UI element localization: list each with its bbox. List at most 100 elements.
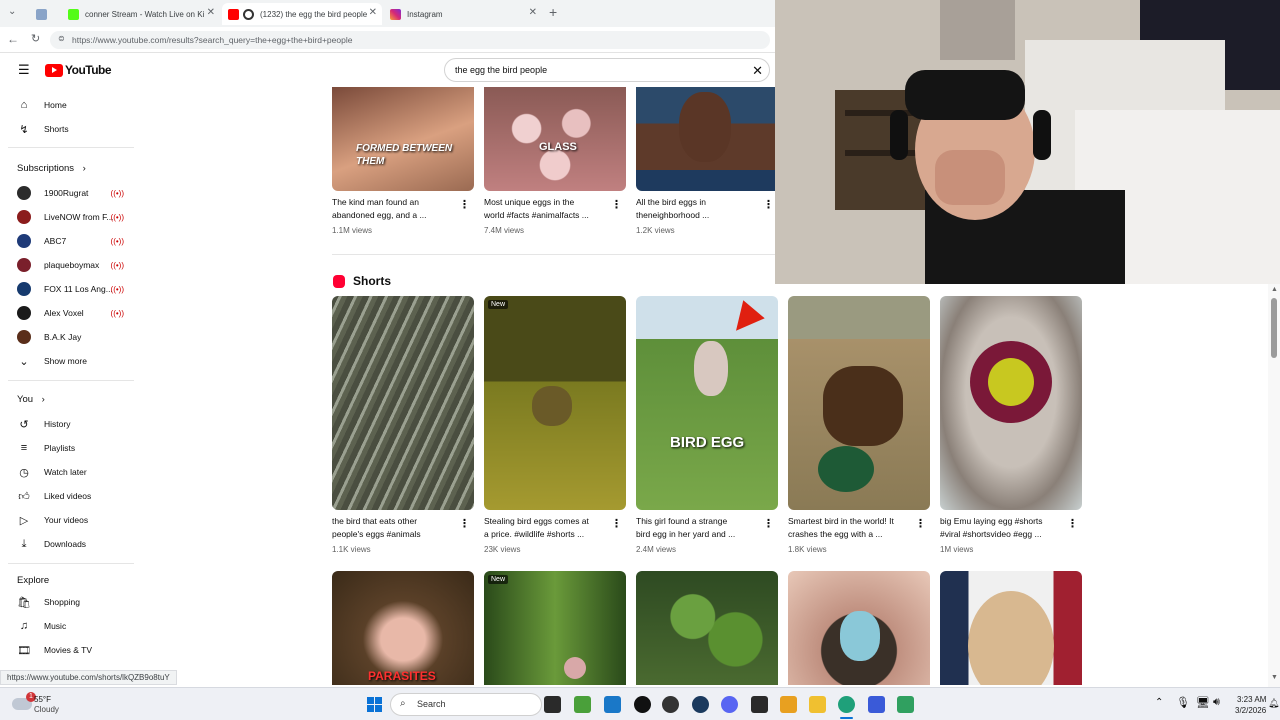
tab-youtube[interactable]: (1232) the egg the bird people ✕ <box>222 3 382 25</box>
more-options-icon[interactable]: ⋮ <box>611 517 622 530</box>
sidebar-item-label: Liked videos <box>44 491 92 501</box>
search-input[interactable]: the egg the bird people ✕ <box>444 58 770 82</box>
subscriptions-heading[interactable]: Subscriptions › <box>17 163 86 174</box>
site-info-icon[interactable]: ⊜ <box>58 34 65 43</box>
file-explorer-icon[interactable] <box>809 696 826 713</box>
steam-icon[interactable] <box>692 696 709 713</box>
app-icon[interactable] <box>868 696 885 713</box>
active-app-indicator <box>840 717 853 719</box>
short-thumbnail[interactable] <box>332 296 474 510</box>
short-thumbnail[interactable]: New <box>484 296 626 510</box>
more-options-icon[interactable]: ⋮ <box>1067 517 1078 530</box>
close-icon[interactable]: ✕ <box>529 7 537 18</box>
sidebar-item-subscription[interactable]: B.A.K Jay <box>8 325 136 349</box>
tab-instagram[interactable]: Instagram ✕ <box>384 3 542 25</box>
subscriptions-title: Subscriptions <box>17 163 75 174</box>
sidebar-item-subscription[interactable]: LiveNOW from F... ((•)) <box>8 205 136 229</box>
sidebar-item-history[interactable]: ↺ History <box>8 412 136 436</box>
app-icon[interactable] <box>780 696 797 713</box>
tab-kick-stream[interactable]: conner Stream - Watch Live on Ki ✕ <box>62 3 220 25</box>
app-icon[interactable] <box>574 696 591 713</box>
sidebar-item-movies[interactable]: 🎞︎ Movies & TV <box>8 638 136 662</box>
app-icon[interactable] <box>604 696 621 713</box>
volume-icon[interactable]: 🔊︎ <box>1213 696 1220 709</box>
short-thumbnail[interactable] <box>636 571 778 685</box>
windows-start-icon[interactable] <box>367 697 382 712</box>
close-icon[interactable]: ✕ <box>369 7 377 18</box>
sidebar-item-show-more[interactable]: ⌄ Show more <box>8 349 136 373</box>
microphone-icon[interactable]: 🎙︎ <box>1176 696 1190 709</box>
short-thumbnail[interactable]: New <box>484 571 626 685</box>
sidebar-item-watch-later[interactable]: ◷ Watch later <box>8 460 136 484</box>
reload-icon[interactable]: ↻ <box>31 32 40 45</box>
sidebar-item-subscription[interactable]: 1900Rugrat ((•)) <box>8 181 136 205</box>
video-thumbnail[interactable] <box>636 87 775 191</box>
scroll-down-icon[interactable]: ▼ <box>1271 674 1278 681</box>
clock-time[interactable]: 3:23 AM <box>1237 695 1266 704</box>
more-options-icon[interactable]: ⋮ <box>763 517 774 530</box>
obs-icon[interactable] <box>634 696 651 713</box>
sidebar-item-liked[interactable]: 👍︎ Liked videos <box>8 484 136 508</box>
sidebar-item-home[interactable]: ⌂ Home <box>8 93 136 117</box>
show-hidden-icons-icon[interactable]: ⌃ <box>1155 697 1163 708</box>
back-icon[interactable]: ← <box>7 32 19 46</box>
sidebar-item-shorts[interactable]: ↯ Shorts <box>8 117 136 141</box>
discord-icon[interactable] <box>721 696 738 713</box>
video-title[interactable]: Most unique eggs in the world #facts #an… <box>484 196 612 222</box>
new-tab-icon[interactable]: + <box>549 4 557 20</box>
tab-blank[interactable] <box>30 3 58 25</box>
video-thumbnail[interactable]: FORMED BETWEEN THEM <box>332 87 474 191</box>
short-thumbnail[interactable] <box>940 571 1082 685</box>
youtube-logo[interactable]: YouTube <box>45 63 112 77</box>
page-scrollbar[interactable]: ▲ ▼ <box>1268 284 1280 687</box>
short-thumbnail[interactable] <box>788 296 930 510</box>
sidebar-item-downloads[interactable]: ⤓ Downloads <box>8 532 136 556</box>
weather-widget[interactable]: 1 55°F Cloudy <box>8 692 88 718</box>
sidebar-item-playlists[interactable]: ≡ Playlists <box>8 436 136 460</box>
sidebar-item-your-videos[interactable]: ▷ Your videos <box>8 508 136 532</box>
more-options-icon[interactable]: ⋮ <box>915 517 926 530</box>
you-heading[interactable]: You › <box>17 394 45 405</box>
epic-games-icon[interactable] <box>751 696 768 713</box>
sidebar-item-subscription[interactable]: FOX 11 Los Ang... ((•)) <box>8 277 136 301</box>
short-title[interactable]: Stealing bird eggs comes at a price. #wi… <box>484 515 612 541</box>
sidebar-item-subscription[interactable]: ABC7 ((•)) <box>8 229 136 253</box>
url-field[interactable]: ⊜ https://www.youtube.com/results?search… <box>50 31 770 49</box>
scroll-up-icon[interactable]: ▲ <box>1271 286 1278 293</box>
clear-search-icon[interactable]: ✕ <box>752 63 763 79</box>
short-thumbnail[interactable] <box>788 571 930 685</box>
short-title[interactable]: the bird that eats other people's eggs #… <box>332 515 460 541</box>
sidebar-item-shopping[interactable]: 🛍︎ Shopping <box>8 590 136 614</box>
app-icon[interactable] <box>662 696 679 713</box>
short-title[interactable]: Smartest bird in the world! It crashes t… <box>788 515 916 541</box>
short-title[interactable]: big Emu laying egg #shorts #viral #short… <box>940 515 1068 541</box>
scrollbar-thumb[interactable] <box>1271 298 1277 358</box>
more-options-icon[interactable]: ⋮ <box>459 517 470 530</box>
more-options-icon[interactable]: ⋮ <box>763 198 774 211</box>
taskbar-search-input[interactable]: ⌕ Search <box>390 693 542 716</box>
notifications-icon[interactable]: 🔔︎ <box>1268 698 1279 709</box>
task-view-icon[interactable] <box>544 696 561 713</box>
sidebar-item-subscription[interactable]: Alex Voxel ((•)) <box>8 301 136 325</box>
more-options-icon[interactable]: ⋮ <box>459 198 470 211</box>
short-thumbnail[interactable]: BIRD EGG <box>636 296 778 510</box>
menu-icon[interactable]: ☰ <box>18 62 30 78</box>
short-thumbnail[interactable]: PARASITES <box>332 571 474 685</box>
sidebar-item-subscription[interactable]: plaqueboymax ((•)) <box>8 253 136 277</box>
edge-icon[interactable] <box>838 696 855 713</box>
sidebar-item-music[interactable]: ♫ Music <box>8 614 136 638</box>
tab-list-chevron-icon[interactable]: ⌄ <box>8 6 16 17</box>
view-count: 1.1K views <box>332 545 371 554</box>
video-thumbnail[interactable]: GLASS <box>484 87 626 191</box>
short-thumbnail[interactable] <box>940 296 1082 510</box>
network-icon[interactable]: 🖥︎ <box>1196 696 1210 709</box>
close-icon[interactable]: ✕ <box>207 7 215 18</box>
video-title[interactable]: The kind man found an abandoned egg, and… <box>332 196 460 222</box>
more-options-icon[interactable]: ⋮ <box>611 198 622 211</box>
movies-icon: 🎞︎ <box>17 644 31 657</box>
clock-date[interactable]: 3/2/2026 <box>1235 706 1266 715</box>
short-title[interactable]: This girl found a strange bird egg in he… <box>636 515 764 541</box>
sidebar-item-label: Movies & TV <box>44 645 93 655</box>
video-title[interactable]: All the bird eggs in theneighborhood ... <box>636 196 764 222</box>
app-icon[interactable] <box>897 696 914 713</box>
